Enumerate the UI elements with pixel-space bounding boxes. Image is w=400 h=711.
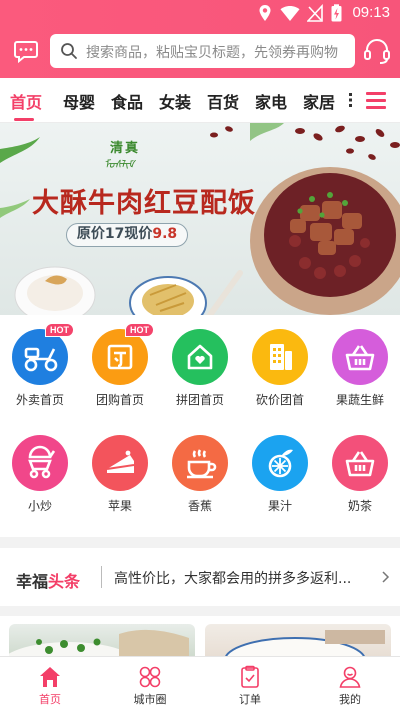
price-original: 原价17现价 <box>76 226 153 242</box>
product-feed <box>0 616 400 658</box>
grid-item-apple[interactable]: 苹果 <box>80 435 160 514</box>
news-divider <box>101 566 102 588</box>
user-icon <box>339 666 361 688</box>
news-brand: 幸福头条 <box>16 568 80 592</box>
category-tabs: 首页 母婴 食品 女装 百货 家电 家居 <box>0 78 400 123</box>
grid-label: 砍价团首 <box>255 393 304 407</box>
tab-appliance[interactable]: 家电 <box>255 89 287 113</box>
grid-circles-icon <box>139 666 161 688</box>
tab-food[interactable]: 食品 <box>111 89 143 113</box>
news-ticker[interactable]: 幸福头条 高性价比，大家都会用的拼多多返利... <box>0 548 400 606</box>
banner-title: 大酥牛肉红豆配饭 <box>32 188 256 219</box>
halal-script: ᠮᠤᠰᠯᠢᠮ <box>104 158 135 171</box>
basket-icon <box>332 329 388 385</box>
signal-off-icon <box>307 4 323 22</box>
search-input[interactable]: 搜索商品，粘贴宝贝标题，先领券再购物 <box>86 42 348 62</box>
grid-label: 外卖首页 <box>15 393 64 407</box>
nav-mine[interactable]: 我的 <box>310 665 390 707</box>
clipboard-icon <box>241 665 259 688</box>
feature-grid: HOT 外卖首页 HOT 团购首页 拼团首页 砍价团首 果蔬生鲜 小炒 苹果 香… <box>0 315 400 537</box>
scooter-icon: HOT <box>12 323 74 385</box>
news-brand-highlight: 头条 <box>48 572 81 591</box>
active-tab-indicator <box>14 118 34 121</box>
nav-home[interactable]: 首页 <box>10 665 90 707</box>
status-bar: 09:13 <box>0 0 400 26</box>
hot-badge: HOT <box>125 323 154 337</box>
grid-item-juice[interactable]: 果汁 <box>240 435 320 514</box>
category-menu-icon[interactable] <box>366 92 386 110</box>
home-icon <box>40 667 60 687</box>
bottom-nav: 首页 城市圈 订单 我的 <box>0 656 400 711</box>
stroller-icon <box>12 435 68 491</box>
tab-general[interactable]: 百货 <box>207 89 239 113</box>
group-buy-icon: HOT <box>92 323 154 385</box>
grid-item-bargain[interactable]: 砍价团首 <box>240 329 320 408</box>
product-card[interactable] <box>9 624 195 658</box>
news-brand-main: 幸福 <box>16 572 49 591</box>
hot-badge: HOT <box>45 323 74 337</box>
more-tabs-icon <box>349 93 352 107</box>
basket-icon <box>332 435 388 491</box>
app-header: 09:13 搜索商品，粘贴宝贝标题，先领券再购物 <box>0 0 400 78</box>
product-image <box>9 629 189 658</box>
search-bar[interactable]: 搜索商品，粘贴宝贝标题，先领券再购物 <box>50 34 355 68</box>
orange-icon <box>252 435 308 491</box>
grid-label: 果蔬生鲜 <box>335 393 384 407</box>
customer-service-icon[interactable] <box>362 36 392 66</box>
grid-item-banana[interactable]: 香蕉 <box>160 435 240 514</box>
news-headline[interactable]: 高性价比，大家都会用的拼多多返利... <box>114 568 380 588</box>
status-time: 09:13 <box>352 4 390 21</box>
tab-household[interactable]: 家居 <box>303 89 335 113</box>
price-now: 9.8 <box>152 226 178 242</box>
nav-orders[interactable]: 订单 <box>210 665 290 707</box>
chat-icon[interactable] <box>12 37 40 65</box>
nav-city-circle[interactable]: 城市圈 <box>110 665 190 707</box>
chevron-right-icon <box>382 571 390 583</box>
product-card[interactable] <box>205 624 391 658</box>
wifi-icon <box>280 6 300 21</box>
tab-home[interactable]: 首页 <box>10 89 42 113</box>
grid-item-team-buy[interactable]: 拼团首页 <box>160 329 240 408</box>
banner-price: 原价17现价9.8 <box>66 223 188 247</box>
grid-item-stir-fry[interactable]: 小炒 <box>0 435 80 514</box>
grid-item-milk-tea[interactable]: 奶茶 <box>320 435 400 514</box>
home-heart-icon <box>172 329 228 385</box>
product-image <box>224 630 385 658</box>
grid-label: 香蕉 <box>187 499 212 513</box>
cake-icon <box>92 435 148 491</box>
grid-label: 苹果 <box>107 499 132 513</box>
grid-label: 奶茶 <box>347 499 372 513</box>
tab-women[interactable]: 女装 <box>159 89 191 113</box>
grid-label: 拼团首页 <box>175 393 224 407</box>
grid-item-takeout[interactable]: HOT 外卖首页 <box>0 323 80 408</box>
grid-item-group-buy[interactable]: HOT 团购首页 <box>80 323 160 408</box>
battery-charging-icon <box>331 4 342 22</box>
nav-label: 首页 <box>39 693 61 706</box>
search-icon <box>61 43 77 59</box>
nav-label: 订单 <box>239 693 261 706</box>
promo-banner[interactable]: 清真 ᠮᠤᠰᠯᠢᠮ 大酥牛肉红豆配饭 原价17现价9.8 <box>0 123 400 315</box>
coffee-icon <box>172 435 228 491</box>
building-icon <box>252 329 308 385</box>
tab-baby[interactable]: 母婴 <box>63 89 95 113</box>
grid-item-fresh[interactable]: 果蔬生鲜 <box>320 329 400 408</box>
nav-label: 我的 <box>339 693 361 706</box>
grid-label: 果汁 <box>267 499 292 513</box>
grid-label: 小炒 <box>27 499 52 513</box>
location-icon <box>259 5 271 21</box>
nav-label: 城市圈 <box>133 693 167 706</box>
grid-label: 团购首页 <box>95 393 144 407</box>
